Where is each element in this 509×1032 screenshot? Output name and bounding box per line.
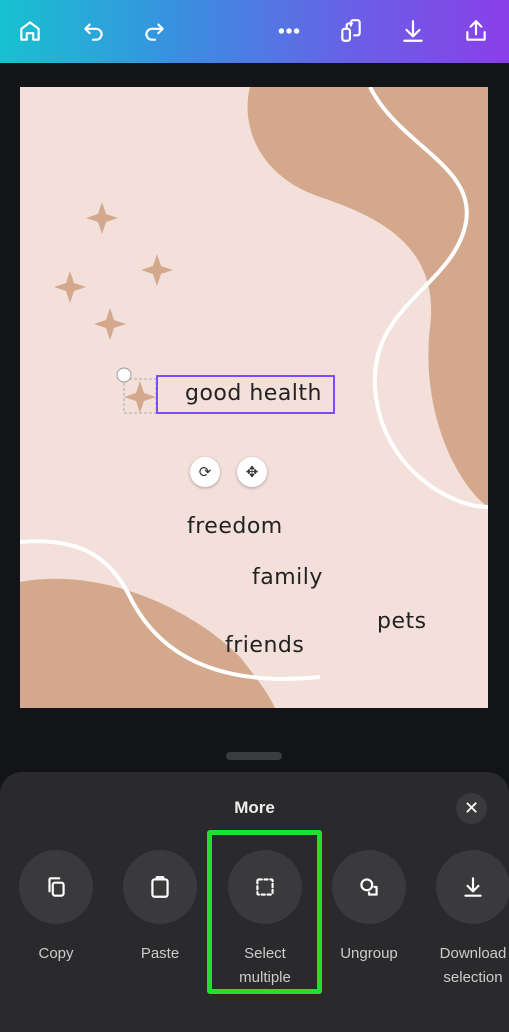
paste-button[interactable]: Paste: [110, 850, 210, 966]
sheet-drag-handle[interactable]: [226, 752, 282, 760]
ungroup-label: Ungroup: [340, 945, 398, 962]
undo-icon: [84, 23, 103, 41]
design-canvas[interactable]: good health ⟳ ✥ freedom family pets frie…: [20, 87, 488, 708]
undo-button[interactable]: [79, 16, 109, 46]
pages-icon: [341, 19, 361, 42]
sparkles: [54, 202, 173, 413]
text-pets[interactable]: pets: [377, 609, 427, 634]
redo-icon: [145, 23, 164, 41]
rotate-handle[interactable]: ⟳: [190, 457, 220, 487]
rotate-icon: ⟳: [198, 464, 212, 481]
sheet-title: More: [234, 798, 275, 817]
move-icon: ✥: [245, 464, 259, 481]
download-selection-label: Download selection: [439, 945, 507, 986]
download-icon: [464, 877, 482, 897]
download-button[interactable]: [398, 16, 428, 46]
copy-icon: [48, 877, 65, 897]
close-button[interactable]: ✕: [456, 793, 487, 824]
more-icon: [278, 28, 300, 34]
ungroup-button[interactable]: Ungroup: [319, 850, 419, 966]
pages-button[interactable]: [336, 16, 366, 46]
move-handle[interactable]: ✥: [237, 457, 267, 487]
close-icon: ✕: [463, 798, 480, 818]
home-icon: [20, 21, 40, 41]
paste-icon: [151, 876, 169, 898]
download-icon: [403, 20, 423, 42]
download-selection-button[interactable]: Download selection: [423, 850, 509, 990]
paste-label: Paste: [140, 945, 180, 962]
top-toolbar: [0, 0, 509, 63]
ungroup-icon: [360, 878, 378, 896]
redo-button[interactable]: [139, 16, 169, 46]
share-button[interactable]: [461, 16, 491, 46]
copy-button[interactable]: Copy: [6, 850, 106, 966]
highlight-box: [207, 830, 322, 994]
share-icon: [466, 20, 486, 41]
copy-label: Copy: [38, 945, 74, 962]
selected-text-good-health[interactable]: good health: [185, 381, 322, 406]
text-family[interactable]: family: [252, 565, 323, 590]
resize-handle[interactable]: [116, 367, 132, 383]
more-button[interactable]: [274, 16, 304, 46]
text-freedom[interactable]: freedom: [187, 514, 283, 539]
text-friends[interactable]: friends: [225, 633, 304, 658]
tan-blob-top-right: [247, 87, 488, 507]
home-button[interactable]: [15, 16, 45, 46]
